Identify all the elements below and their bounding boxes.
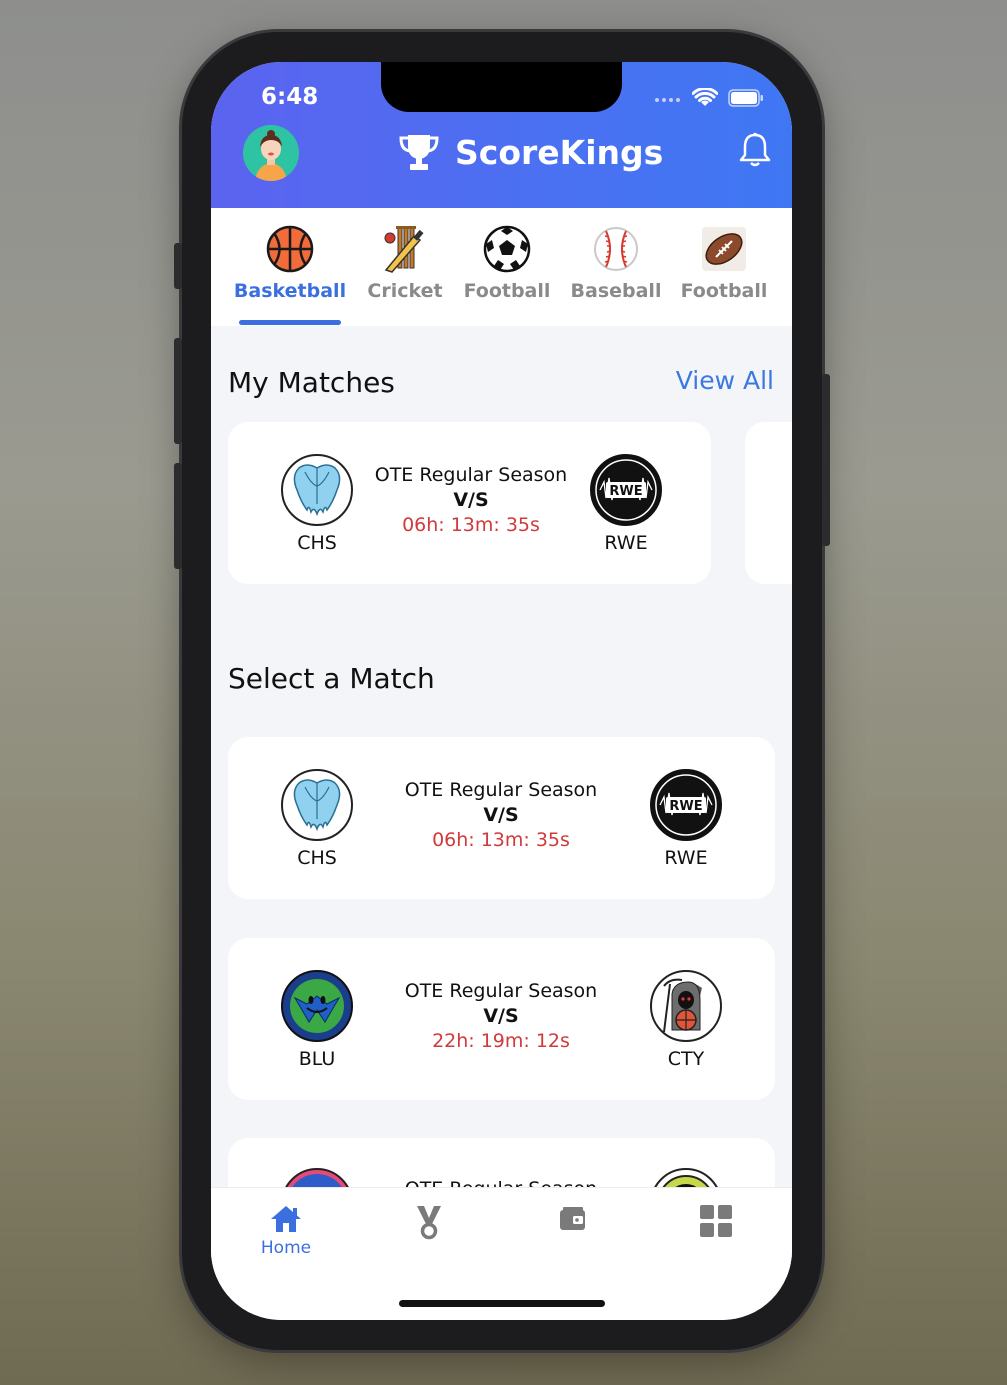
my-matches-title: My Matches [228,366,395,399]
home-team-name: BLU [298,1048,336,1070]
home-team: BLU [272,970,362,1070]
home-team-name: CHS [297,847,337,869]
notification-bell-button[interactable] [738,132,772,172]
trophy-icon [399,135,439,170]
wallet-icon [560,1207,585,1230]
wifi-icon [692,88,718,106]
device-notch [381,62,622,112]
my-match-card[interactable]: CHS OTE Regular Season V/S 06h: 13m: 35s… [228,422,711,584]
match-card[interactable]: CHS OTE Regular Season V/S 06h: 13m: 35s… [228,737,775,899]
brand-logo: ScoreKings [397,132,663,172]
status-time: 6:48 [261,84,319,110]
rwe-team-logo: RWE [590,454,662,526]
match-vs: V/S [453,489,489,511]
match-info: OTE Regular Season V/S 06h: 13m: 35s [371,779,631,851]
match-season: OTE Regular Season [404,779,598,801]
power-button [822,374,830,546]
blu-team-logo [281,970,353,1042]
basketball-icon [266,225,314,273]
away-team-name: RWE [604,532,648,554]
match-countdown: 06h: 13m: 35s [402,514,540,536]
match-info: OTE Regular Season V/S 22h: 19m: 12s [371,980,631,1052]
select-match-title: Select a Match [228,662,435,695]
svg-text:RWE: RWE [609,484,642,499]
home-indicator[interactable] [399,1300,605,1307]
away-team: RWE RWE [641,769,731,869]
nav-home[interactable]: Home [246,1204,326,1258]
american-football-icon [702,227,746,271]
baseball-icon [594,227,638,271]
away-team: RWE RWE [581,454,671,554]
nav-leaderboard[interactable] [389,1204,469,1244]
medal-icon [417,1206,441,1240]
cricket-icon [384,226,424,273]
cellular-icon [655,98,680,102]
sport-tabs: Basketball Cricket Football Baseball Foo… [211,208,792,326]
bottom-navigation: Home [211,1188,792,1320]
match-countdown: 06h: 13m: 35s [432,829,570,851]
nav-wallet[interactable] [533,1204,613,1238]
app-screen: 6:48 ScoreKings Basketball Cricket Footb… [211,62,792,1320]
home-team: CHS [272,769,362,869]
view-all-link[interactable]: View All [676,366,774,395]
match-season: OTE Regular Season [374,464,568,486]
user-avatar[interactable] [243,125,299,181]
grid-icon [700,1205,732,1237]
match-season: OTE Regular Season [404,980,598,1002]
match-vs: V/S [483,1005,519,1027]
cty-team-logo [650,970,722,1042]
away-team-name: CTY [667,1048,705,1070]
chs-team-logo [281,769,353,841]
nav-menu[interactable] [676,1204,756,1242]
nav-home-label: Home [260,1238,312,1258]
match-info: OTE Regular Season V/S 06h: 13m: 35s [341,464,601,536]
mute-switch [174,243,182,289]
my-match-card-next[interactable] [745,422,792,584]
tab-label: Football [680,280,768,302]
active-tab-indicator [239,320,341,325]
match-card[interactable]: BLU OTE Regular Season V/S 22h: 19m: 12s… [228,938,775,1100]
avatar-illustration [243,125,299,181]
home-icon [271,1206,301,1232]
match-vs: V/S [483,804,519,826]
soccer-ball-icon [483,225,531,273]
battery-icon [728,89,763,107]
match-countdown: 22h: 19m: 12s [432,1030,570,1052]
away-team: CTY [641,970,731,1070]
away-team-name: RWE [664,847,708,869]
volume-down-button [174,463,182,569]
svg-text:RWE: RWE [669,799,702,814]
status-icons [654,88,764,108]
rwe-team-logo: RWE [650,769,722,841]
volume-up-button [174,338,182,444]
app-title: ScoreKings [455,132,664,172]
bell-icon [739,132,771,167]
